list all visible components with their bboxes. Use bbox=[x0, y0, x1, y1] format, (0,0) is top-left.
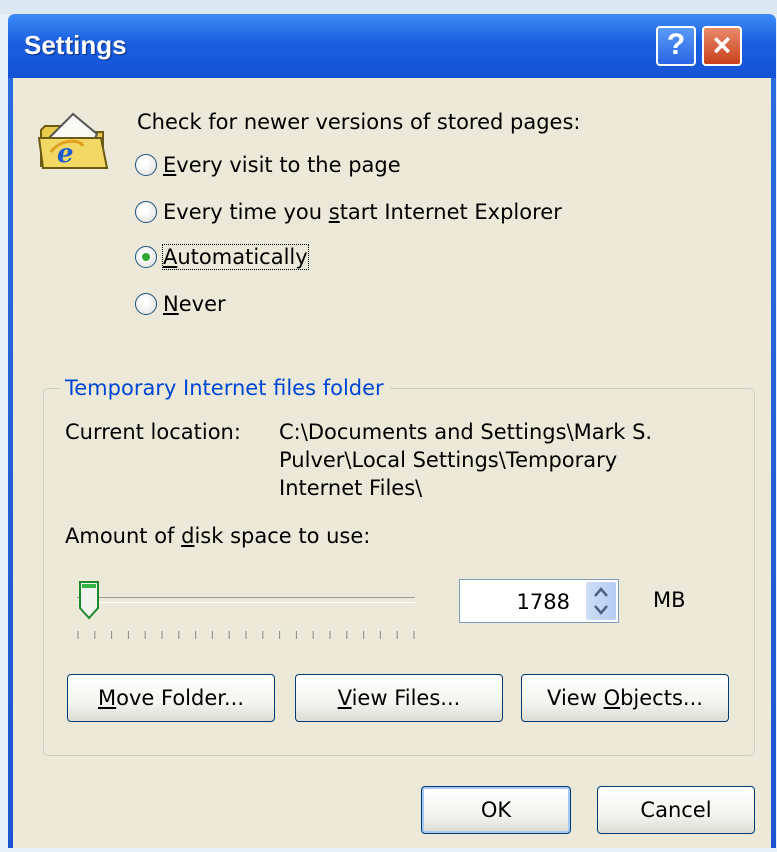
ok-button[interactable]: OK bbox=[421, 786, 571, 834]
radio-every-start[interactable]: Every time you start Internet Explorer bbox=[135, 197, 562, 227]
close-icon: × bbox=[712, 27, 732, 63]
check-heading: Check for newer versions of stored pages… bbox=[137, 110, 581, 134]
radio-label: Automatically bbox=[162, 244, 309, 270]
radio-button-selected[interactable] bbox=[135, 246, 157, 268]
radio-button[interactable] bbox=[135, 154, 157, 176]
group-title: Temporary Internet files folder bbox=[59, 376, 390, 400]
location-line-1: C:\Documents and Settings\Mark S. bbox=[279, 420, 653, 444]
disk-unit: MB bbox=[653, 588, 686, 612]
radio-never[interactable]: Never bbox=[135, 289, 226, 319]
slider-ticks bbox=[77, 631, 415, 639]
radio-button[interactable] bbox=[135, 201, 157, 223]
radio-every-visit[interactable]: Every visit to the page bbox=[135, 150, 401, 180]
radio-label: Every time you start Internet Explorer bbox=[163, 200, 562, 224]
dialog-body: e Check for newer versions of stored pag… bbox=[13, 78, 771, 848]
radio-button[interactable] bbox=[135, 293, 157, 315]
close-button[interactable]: × bbox=[702, 26, 742, 66]
ie-folder-icon: e bbox=[37, 112, 109, 169]
help-button[interactable]: ? bbox=[656, 26, 696, 66]
location-label: Current location: bbox=[65, 420, 241, 444]
window-title: Settings bbox=[24, 30, 127, 60]
cancel-button[interactable]: Cancel bbox=[597, 786, 755, 834]
settings-dialog: Settings ? × e Check for newer versions … bbox=[8, 14, 776, 848]
radio-label: Every visit to the page bbox=[163, 153, 401, 177]
radio-automatically[interactable]: Automatically bbox=[135, 242, 309, 272]
move-folder-button[interactable]: Move Folder... bbox=[67, 674, 275, 722]
spin-up-icon[interactable] bbox=[594, 586, 608, 598]
radio-label: Never bbox=[163, 292, 226, 316]
disk-space-label: Amount of disk space to use: bbox=[65, 524, 371, 548]
disk-space-input[interactable]: 1788 bbox=[459, 579, 619, 623]
slider-thumb[interactable] bbox=[78, 580, 100, 620]
spin-buttons[interactable] bbox=[586, 582, 616, 620]
location-line-2: Pulver\Local Settings\Temporary bbox=[279, 448, 618, 472]
help-icon: ? bbox=[666, 28, 686, 61]
spin-down-icon[interactable] bbox=[594, 604, 608, 616]
location-line-3: Internet Files\ bbox=[279, 476, 423, 500]
view-objects-button[interactable]: View Objects... bbox=[521, 674, 729, 722]
disk-space-value: 1788 bbox=[516, 590, 570, 614]
view-files-button[interactable]: View Files... bbox=[295, 674, 503, 722]
slider-track[interactable] bbox=[77, 597, 415, 603]
title-bar[interactable]: Settings ? × bbox=[8, 14, 776, 78]
background-strip bbox=[0, 0, 777, 14]
